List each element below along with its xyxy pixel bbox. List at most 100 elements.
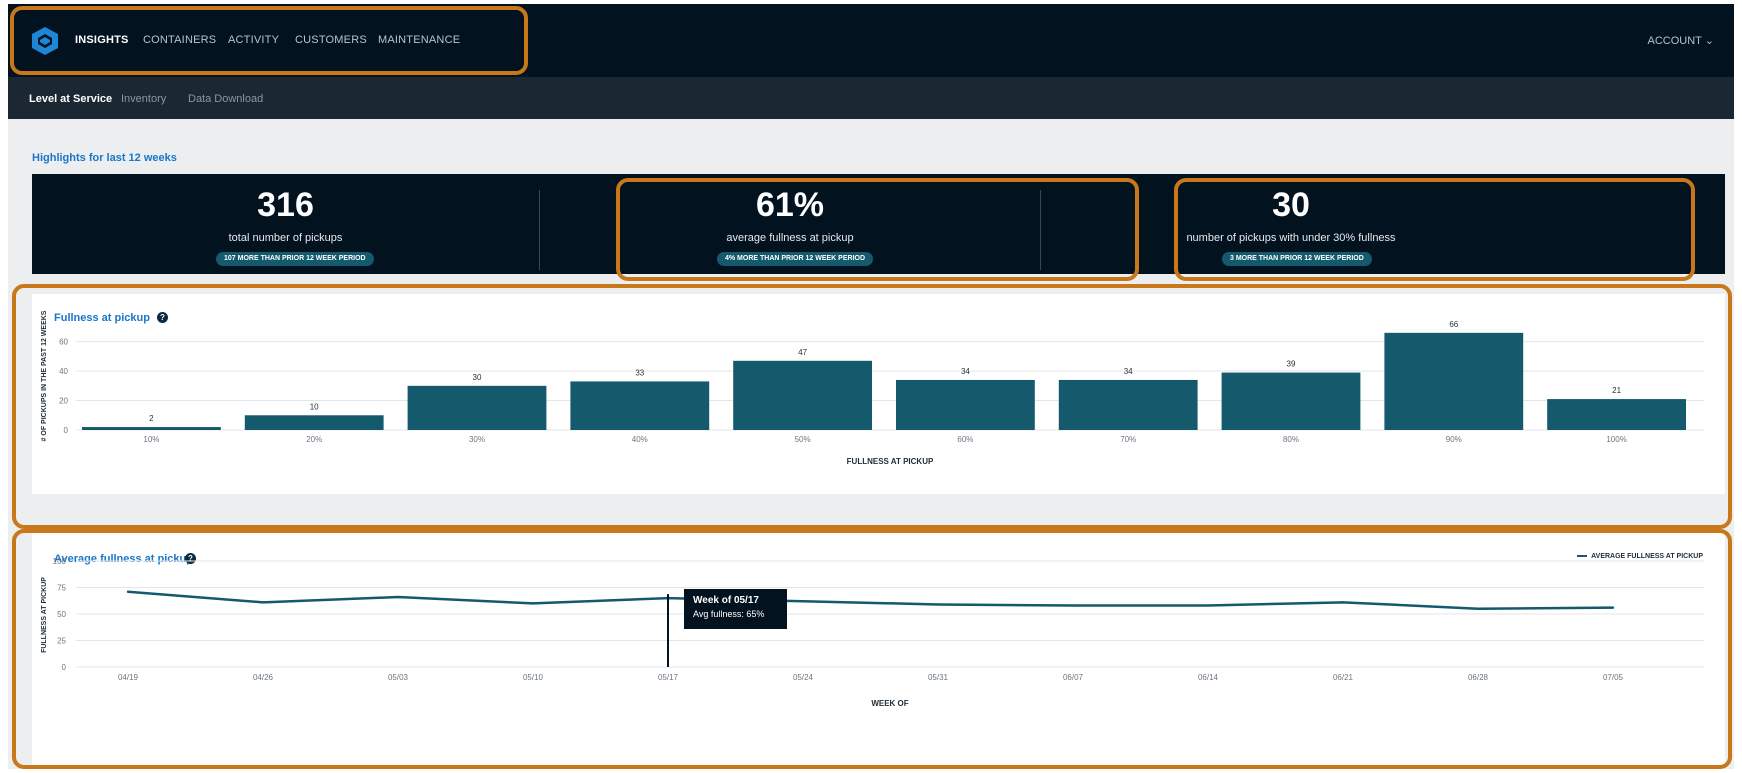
x-tick-label: 40% (632, 435, 648, 444)
subnav-item-inventory[interactable]: Inventory (121, 93, 166, 105)
series-point (801, 600, 805, 603)
subnav-item-data-download[interactable]: Data Download (188, 93, 263, 105)
x-axis-label: WEEK OF (871, 699, 908, 708)
y-tick-label: 40 (59, 367, 68, 376)
series-line (127, 590, 1614, 610)
x-axis-label: FULLNESS AT PICKUP (847, 457, 934, 466)
fullness-bar-chart: 0 20 40 60 2 10% 10 20% 30 30% 33 40% 47 50% 34 60% 34 70… (41, 310, 1704, 466)
x-tick-label: 70% (1120, 435, 1136, 444)
nav-item-customers[interactable]: CUSTOMERS (295, 34, 367, 46)
x-tick-label: 10% (143, 435, 159, 444)
x-tick-label: 05/31 (928, 673, 949, 682)
stat-value: 30 (1272, 186, 1310, 224)
nav-item-containers[interactable]: CONTAINERS (143, 34, 216, 46)
y-tick-label: 25 (57, 637, 66, 646)
x-tick-label: 04/19 (118, 673, 139, 682)
nav-item-insights[interactable]: INSIGHTS (75, 34, 129, 46)
series-point (126, 590, 130, 593)
series-point (531, 602, 535, 605)
x-tick-label: 80% (1283, 435, 1299, 444)
bar (1547, 399, 1686, 430)
y-tick-label: 0 (62, 663, 67, 672)
x-tick-label: 30% (469, 435, 485, 444)
average-fullness-line-chart: 0 25 50 75 100 04/19 04/26 05/03 05/10 05/17 05/24… (41, 557, 1704, 708)
y-axis-label: # OF PICKUPS IN THE PAST 12 WEEKS (41, 310, 48, 441)
x-tick-label: 90% (1446, 435, 1462, 444)
x-tick-label: 60% (957, 435, 973, 444)
bar-value-label: 30 (473, 373, 482, 382)
x-tick-label: 04/26 (253, 673, 274, 682)
highlights-stats-bar: 316 total number of pickups 107 MORE THA… (32, 174, 1725, 274)
chevron-down-icon: ⌄ (1704, 35, 1714, 47)
account-label: ACCOUNT (1647, 35, 1702, 47)
x-tick-label: 06/07 (1063, 673, 1084, 682)
bar (82, 427, 221, 430)
highlights-title: Highlights for last 12 weeks (32, 152, 177, 164)
stat-average-fullness: 61% average fullness at pickup 4% MORE T… (540, 174, 1040, 274)
x-tick-label: 07/05 (1603, 673, 1624, 682)
bar-value-label: 33 (635, 368, 644, 377)
x-tick-label: 05/03 (388, 673, 409, 682)
stat-label: number of pickups with under 30% fullnes… (1186, 232, 1396, 244)
app-logo-icon[interactable] (30, 26, 60, 56)
series-point (1611, 606, 1615, 609)
bar (244, 415, 384, 430)
bar (1221, 372, 1361, 430)
series-point (1476, 607, 1480, 610)
y-tick-label: 20 (59, 397, 68, 406)
stat-low-fullness-pickups: 30 number of pickups with under 30% full… (1041, 174, 1541, 274)
bar-value-label: 21 (1612, 386, 1621, 395)
fullness-chart-panel: Fullness at pickup ? 0 20 40 60 2 10% 10 20% 30 3… (32, 294, 1725, 494)
tooltip-title: Week of 05/17 (693, 595, 759, 606)
bar (570, 381, 710, 430)
x-tick-label: 06/28 (1468, 673, 1489, 682)
chart-tooltip: Week of 05/17 Avg fullness: 65% (684, 589, 787, 629)
bar (896, 379, 1035, 430)
top-navigation: INSIGHTS CONTAINERS ACTIVITY CUSTOMERS M… (8, 4, 1734, 77)
sub-navigation (8, 77, 1734, 119)
app-window: INSIGHTS CONTAINERS ACTIVITY CUSTOMERS M… (8, 4, 1734, 769)
bar-value-label: 10 (310, 402, 319, 411)
stat-change-badge: 107 MORE THAN PRIOR 12 WEEK PERIOD (216, 252, 374, 266)
series-point (261, 601, 265, 604)
stat-value: 316 (257, 186, 314, 224)
nav-item-maintenance[interactable]: MAINTENANCE (378, 34, 460, 46)
x-tick-label: 20% (306, 435, 322, 444)
y-tick-label: 100 (53, 557, 67, 566)
x-tick-label: 50% (795, 435, 811, 444)
x-tick-label: 100% (1606, 435, 1626, 444)
series-point (1206, 604, 1210, 607)
bar (733, 360, 872, 430)
y-tick-label: 75 (57, 584, 66, 593)
series-point (1341, 601, 1345, 604)
stat-label: average fullness at pickup (726, 232, 854, 244)
bar (1384, 332, 1524, 430)
y-tick-label: 60 (59, 338, 68, 347)
stat-total-pickups: 316 total number of pickups 107 MORE THA… (32, 174, 539, 274)
x-tick-label: 06/14 (1198, 673, 1219, 682)
bar-value-label: 66 (1449, 320, 1458, 329)
bar-value-label: 34 (1124, 367, 1133, 376)
subnav-item-level-at-service[interactable]: Level at Service (29, 93, 112, 105)
x-tick-label: 05/10 (523, 673, 544, 682)
bar-value-label: 47 (798, 348, 807, 357)
series-point (396, 595, 400, 599)
stat-label: total number of pickups (228, 232, 343, 244)
x-tick-label: 05/24 (793, 673, 814, 682)
bar-value-label: 39 (1287, 360, 1296, 369)
nav-item-activity[interactable]: ACTIVITY (228, 34, 279, 46)
tooltip-value: Avg fullness: 65% (693, 609, 765, 619)
x-tick-label: 06/21 (1333, 673, 1354, 682)
x-tick-label: 05/17 (658, 673, 679, 682)
y-tick-label: 50 (57, 610, 66, 619)
bar-value-label: 2 (149, 414, 154, 423)
average-fullness-chart-panel: Average fullness at pickup ? AVERAGE FUL… (32, 531, 1725, 766)
stat-value: 61% (755, 186, 825, 224)
series-point (936, 603, 940, 606)
bar (1058, 379, 1198, 430)
account-menu[interactable]: ACCOUNT ⌄ (1648, 34, 1714, 47)
y-tick-label: 0 (64, 426, 69, 435)
bar (407, 385, 547, 430)
y-axis-label: FULLNESS AT PICKUP (41, 577, 48, 653)
bar-value-label: 34 (961, 367, 970, 376)
